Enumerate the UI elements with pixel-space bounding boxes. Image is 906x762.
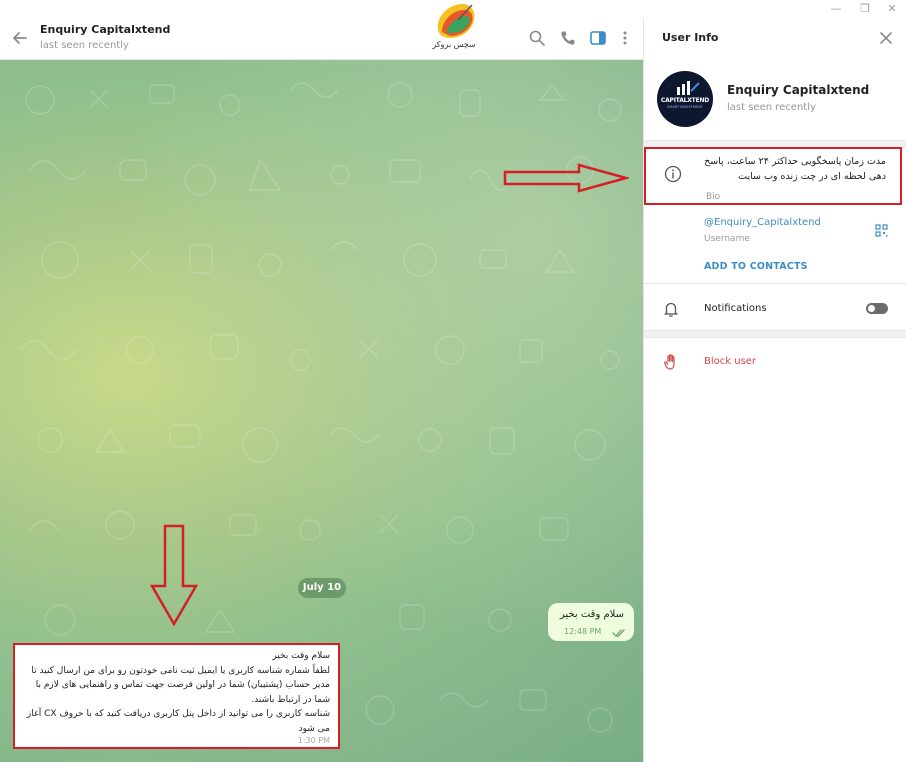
username-link[interactable]: @Enquiry_Capitalxtend bbox=[704, 217, 821, 228]
more-vertical-icon[interactable] bbox=[616, 29, 634, 47]
annotation-arrow-right bbox=[503, 163, 629, 193]
user-info-panel: User Info CAPITALXTEND SMART INVESTMENT … bbox=[644, 18, 906, 762]
bio-section[interactable]: مدت زمان پاسخگویی حداکثر ۲۴ ساعت، پاسخ د… bbox=[644, 147, 902, 205]
incoming-message-text: سلام وقت بخیر لطفاً شماره شناسه کاربری ی… bbox=[26, 651, 330, 734]
search-icon[interactable] bbox=[528, 29, 546, 47]
user-status: last seen recently bbox=[727, 102, 816, 113]
chat-status: last seen recently bbox=[40, 40, 129, 51]
double-check-icon bbox=[612, 629, 625, 638]
logo-text: سچس بروکر bbox=[432, 40, 476, 49]
avatar-subtext: SMART INVESTMENT bbox=[667, 105, 703, 109]
row-separator bbox=[644, 283, 906, 286]
block-user-button[interactable]: Block user bbox=[704, 356, 756, 367]
bio-text: مدت زمان پاسخگویی حداکثر ۲۴ ساعت، پاسخ د… bbox=[704, 156, 886, 182]
bio-label: Bio bbox=[706, 192, 721, 202]
incoming-message-time: 1:30 PM bbox=[297, 736, 330, 745]
qr-code-icon[interactable] bbox=[875, 224, 888, 237]
close-icon[interactable] bbox=[878, 30, 894, 46]
panel-title: User Info bbox=[662, 31, 719, 44]
annotation-arrow-down bbox=[150, 524, 198, 626]
chat-header: Enquiry Capitalxtend last seen recently bbox=[0, 18, 643, 60]
back-arrow-icon[interactable] bbox=[10, 28, 30, 48]
incoming-message[interactable]: سلام وقت بخیر لطفاً شماره شناسه کاربری ی… bbox=[13, 643, 340, 749]
sidebar-toggle-icon[interactable] bbox=[589, 29, 607, 47]
notifications-toggle[interactable] bbox=[866, 303, 888, 314]
restore-button[interactable]: ❐ bbox=[851, 0, 879, 18]
minimize-button[interactable]: — bbox=[822, 0, 850, 18]
chat-title[interactable]: Enquiry Capitalxtend bbox=[40, 23, 170, 36]
avatar[interactable]: CAPITALXTEND SMART INVESTMENT bbox=[657, 71, 713, 127]
hand-block-icon bbox=[664, 354, 675, 370]
section-separator-2 bbox=[644, 330, 906, 338]
phone-icon[interactable] bbox=[559, 29, 577, 47]
avatar-text: CAPITALXTEND bbox=[660, 97, 710, 104]
bell-icon bbox=[664, 302, 678, 317]
outgoing-message[interactable]: سلام وقت بخیر 12:48 PM bbox=[548, 603, 634, 641]
outgoing-message-time: 12:48 PM bbox=[564, 627, 602, 636]
user-name: Enquiry Capitalxtend bbox=[727, 83, 870, 97]
notifications-label: Notifications bbox=[704, 303, 767, 314]
info-icon bbox=[664, 165, 682, 183]
date-separator: July 10 bbox=[298, 578, 346, 598]
username-label: Username bbox=[704, 234, 750, 244]
toggle-knob bbox=[867, 304, 876, 313]
outgoing-message-text: سلام وقت بخیر bbox=[559, 609, 624, 620]
add-to-contacts-button[interactable]: ADD TO CONTACTS bbox=[704, 261, 808, 272]
window-close-button[interactable]: ✕ bbox=[878, 0, 906, 18]
brand-logo: سچس بروکر bbox=[428, 0, 480, 56]
